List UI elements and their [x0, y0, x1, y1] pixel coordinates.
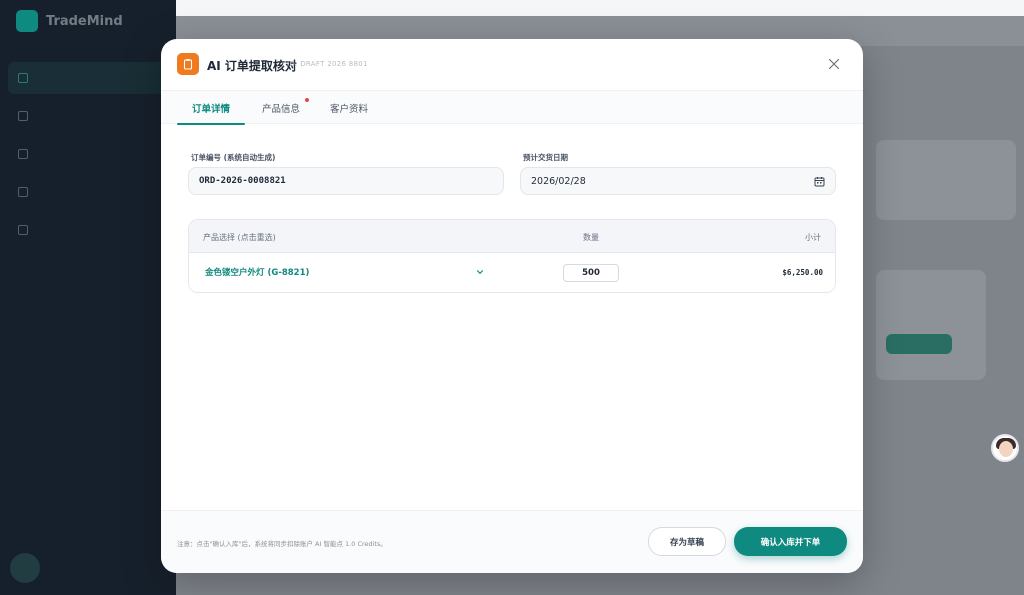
save-draft-button[interactable]: 存为草稿	[648, 527, 726, 556]
table-header: 产品选择 (点击重选) 数量 小计	[189, 220, 835, 253]
tab-label: 产品信息	[261, 103, 300, 115]
column-header-product: 产品选择 (点击重选)	[203, 233, 276, 242]
ai-assistant-avatar[interactable]	[991, 434, 1019, 462]
nav-icon	[18, 225, 28, 235]
sidebar-nav	[8, 62, 168, 252]
delivery-date-label: 预计交货日期	[523, 153, 568, 162]
sidebar-item-5[interactable]	[8, 214, 168, 246]
brand-name: TradeMind	[46, 13, 123, 29]
column-header-subtotal: 小计	[805, 233, 821, 242]
quantity-input[interactable]	[563, 264, 619, 282]
delivery-date-field[interactable]: 2026/02/28	[520, 167, 836, 195]
nav-icon	[18, 111, 28, 121]
alert-dot	[305, 98, 309, 102]
tab-label: 客户资料	[329, 103, 368, 115]
confirm-order-button[interactable]: 确认入库并下单	[734, 527, 847, 556]
footer-note: 注意：点击"确认入库"后，系统将同步扣除账户 AI 智能点 1.0 Credit…	[177, 540, 387, 548]
product-select[interactable]: 金色镂空户外灯 (G-8821)	[205, 266, 309, 278]
avatar	[10, 553, 40, 583]
sidebar-item-3[interactable]	[8, 138, 168, 170]
tab-product-info[interactable]: 产品信息	[261, 91, 309, 124]
nav-icon	[18, 73, 28, 83]
order-number-value: ORD-2026-0008821	[199, 176, 286, 186]
modal-footer: 注意：点击"确认入库"后，系统将同步扣除账户 AI 智能点 1.0 Credit…	[161, 510, 863, 573]
close-button[interactable]	[825, 55, 843, 73]
delivery-date-value: 2026/02/28	[531, 175, 586, 187]
tab-order-details[interactable]: 订单详情	[177, 91, 245, 125]
order-number-label: 订单编号 (系统自动生成)	[191, 153, 276, 162]
draft-id: ID: DRAFT 2026 8801	[287, 60, 368, 68]
sidebar-item-4[interactable]	[8, 176, 168, 208]
subtotal-value: $6,250.00	[782, 268, 823, 277]
tab-bar: 订单详情 产品信息 客户资料	[161, 91, 863, 125]
tab-label: 订单详情	[191, 103, 230, 115]
nav-icon	[18, 187, 28, 197]
close-icon	[828, 58, 840, 70]
table-row: 金色镂空户外灯 (G-8821) $6,250.00	[189, 253, 835, 292]
brand: TradeMind	[16, 10, 123, 32]
modal-title: AI 订单提取核对	[207, 59, 297, 73]
sidebar-item-2[interactable]	[8, 100, 168, 132]
topbar	[176, 0, 1024, 16]
background-card	[876, 270, 986, 380]
background-card	[876, 140, 1016, 220]
clipboard-icon	[177, 53, 199, 75]
nav-icon	[18, 149, 28, 159]
modal-header: AI 订单提取核对 ID: DRAFT 2026 8801	[161, 39, 863, 91]
sidebar: TradeMind	[0, 0, 176, 595]
calendar-icon[interactable]	[814, 176, 825, 187]
chevron-down-icon[interactable]	[475, 267, 485, 277]
product-table: 产品选择 (点击重选) 数量 小计 金色镂空户外灯 (G-8821) $6,25…	[188, 219, 836, 293]
assistant-face	[999, 441, 1013, 457]
order-review-modal: AI 订单提取核对 ID: DRAFT 2026 8801 订单详情 产品信息 …	[161, 39, 863, 573]
background-button	[886, 334, 952, 354]
tab-customer-info[interactable]: 客户资料	[329, 91, 369, 124]
order-number-field[interactable]: ORD-2026-0008821	[188, 167, 504, 195]
sidebar-item-1[interactable]	[8, 62, 168, 94]
user-profile[interactable]	[10, 553, 40, 583]
column-header-quantity: 数量	[583, 233, 599, 242]
brand-logo-icon	[16, 10, 38, 32]
